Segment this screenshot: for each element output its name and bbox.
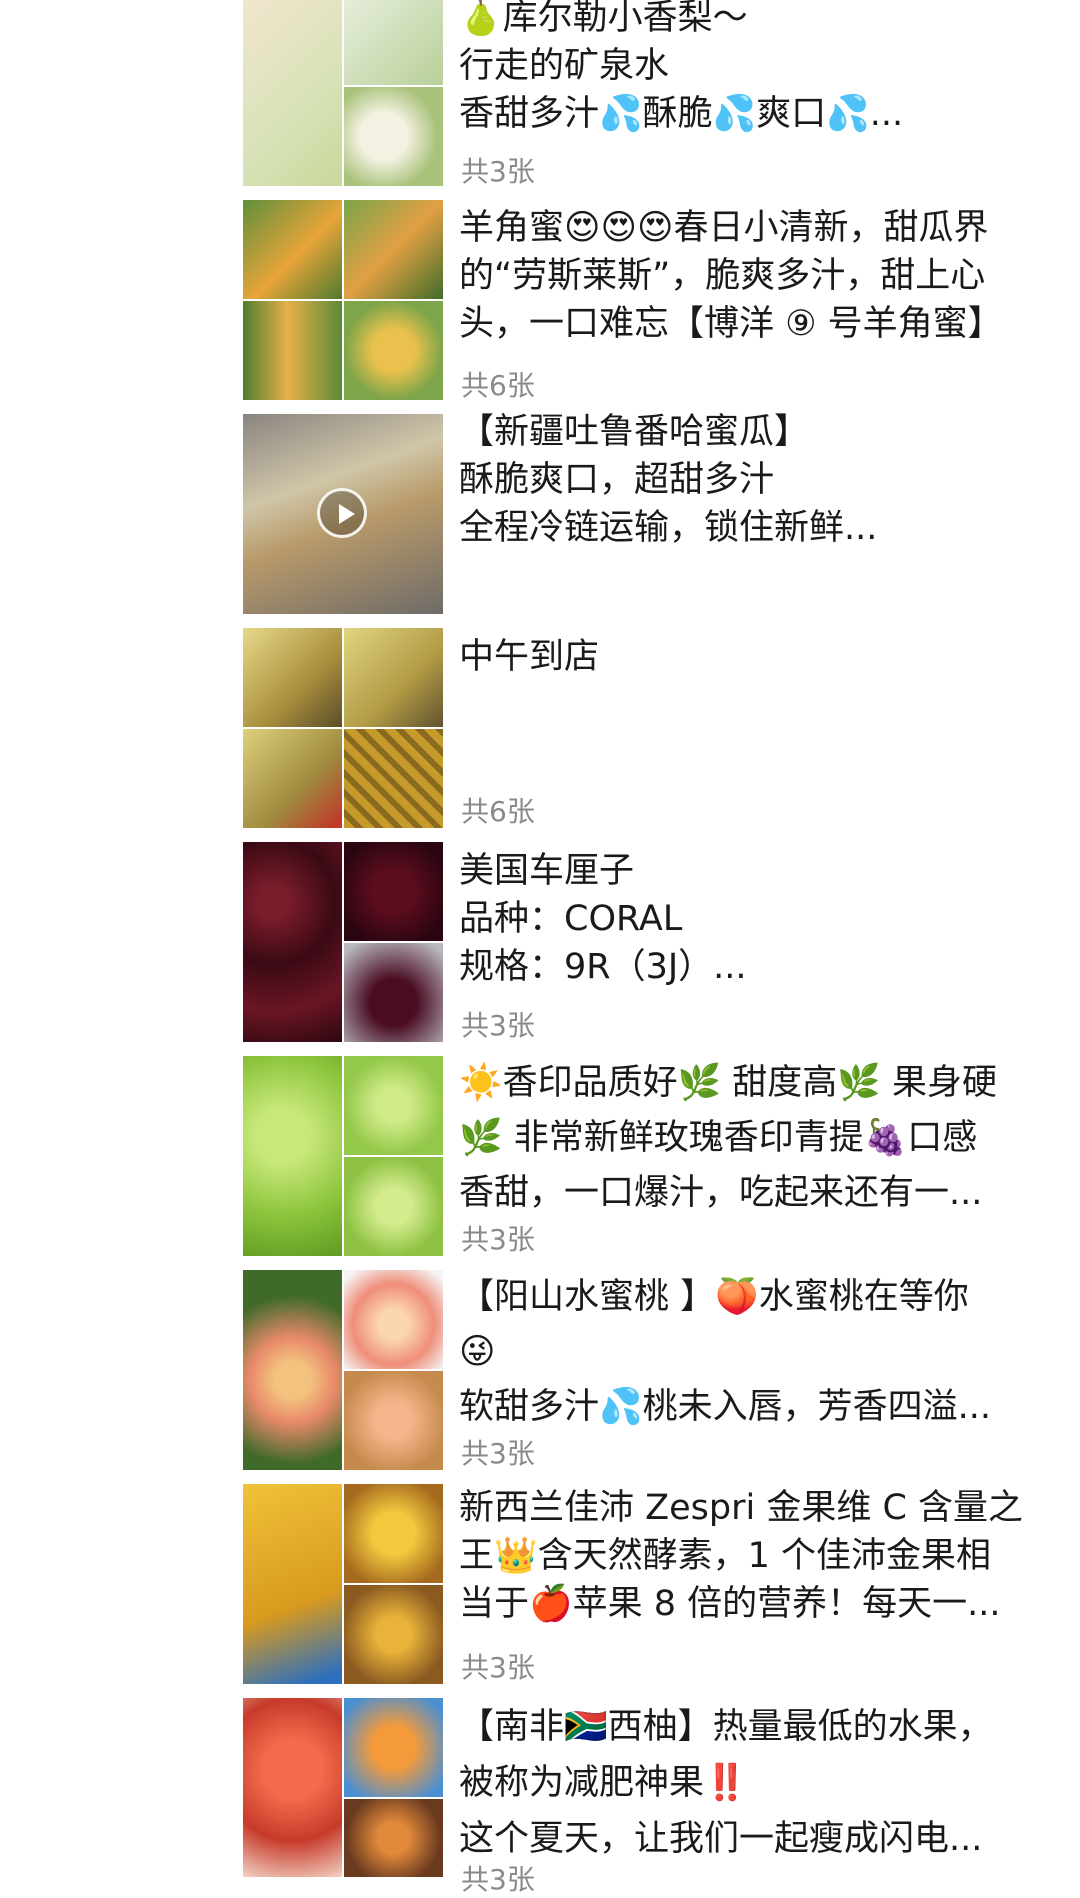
image-count: 共3张	[461, 1009, 535, 1042]
image-count: 共3张	[461, 1223, 535, 1256]
post-text-line: 被称为减肥神果‼️	[459, 1763, 748, 1803]
post-text-line: 品种：CORAL	[459, 899, 683, 939]
post-text-line: 新西兰佳沛 Zespri 金果维 C 含量之	[459, 1488, 1024, 1528]
feed-item-pear[interactable]: 🍐库尔勒小香梨～ 行走的矿泉水 香甜多汁💦酥脆💦爽口💦... 共3张	[0, 0, 1080, 200]
post-text-line: 中午到店	[459, 637, 600, 677]
post-text-line: 香甜多汁💦酥脆💦爽口💦...	[459, 94, 904, 134]
post-text-line: 的“劳斯莱斯”，脆爽多汁，甜上心	[459, 256, 986, 296]
post-text-line: 【新疆吐鲁番哈蜜瓜】	[459, 412, 810, 452]
post-text-line: 酥脆爽口，超甜多汁	[459, 460, 775, 500]
post-text-line: 香甜，一口爆汁，吃起来还有一...	[459, 1173, 983, 1213]
video-thumbnail-icon[interactable]	[243, 414, 443, 614]
cherry-photo-icon[interactable]	[243, 842, 443, 1042]
feed-item-cherries[interactable]: 美国车厘子 品种：CORAL 规格：9R（3J）... 共3张	[0, 842, 1080, 1042]
feed-item-melon[interactable]: 羊角蜜😍😍😍春日小清新，甜瓜界 的“劳斯莱斯”，脆爽多汁，甜上心 头，一口难忘【…	[0, 200, 1080, 402]
post-text-line: 行走的矿泉水	[459, 46, 670, 86]
post-text-line: 全程冷链运输，锁住新鲜...	[459, 508, 878, 548]
pear-photo-icon[interactable]	[243, 0, 443, 186]
image-count: 共6张	[461, 795, 535, 828]
play-icon[interactable]	[317, 488, 367, 538]
durian-photo-icon[interactable]	[243, 628, 443, 828]
feed-item-kiwi[interactable]: 新西兰佳沛 Zespri 金果维 C 含量之 王👑含天然酵素，1 个佳沛金果相 …	[0, 1484, 1080, 1684]
post-text-line: 头，一口难忘【博洋 ⑨ 号羊角蜜】	[459, 304, 1003, 344]
post-text-line: 规格：9R（3J）...	[459, 947, 747, 987]
moments-feed: 🍐库尔勒小香梨～ 行走的矿泉水 香甜多汁💦酥脆💦爽口💦... 共3张 羊角蜜😍😍…	[0, 0, 1080, 1896]
post-text-line: 美国车厘子	[459, 851, 635, 891]
post-text-line: 😜	[459, 1332, 496, 1372]
post-text-line: 【南非🇿🇦西柚】热量最低的水果，	[459, 1707, 993, 1747]
post-text-line: 这个夏天，让我们一起瘦成闪电...	[459, 1819, 983, 1859]
feed-item-peaches[interactable]: 【阳山水蜜桃 】🍑水蜜桃在等你 😜 软甜多汁💦桃未入唇，芳香四溢... 共3张	[0, 1270, 1080, 1470]
image-count: 共6张	[461, 369, 535, 402]
grape-photo-icon[interactable]	[243, 1056, 443, 1256]
feed-item-durian[interactable]: 中午到店 共6张	[0, 628, 1080, 828]
post-text-line: 软甜多汁💦桃未入唇，芳香四溢...	[459, 1387, 991, 1427]
kiwi-photo-icon[interactable]	[243, 1484, 443, 1684]
feed-item-hami-melon[interactable]: 【新疆吐鲁番哈蜜瓜】 酥脆爽口，超甜多汁 全程冷链运输，锁住新鲜...	[0, 412, 1080, 614]
post-text-line: 🌿 非常新鲜玫瑰香印青提🍇口感	[459, 1118, 978, 1158]
image-count: 共3张	[461, 1863, 535, 1896]
post-text-line: 羊角蜜😍😍😍春日小清新，甜瓜界	[459, 208, 989, 248]
image-count: 共3张	[461, 155, 535, 188]
grapefruit-photo-icon[interactable]	[243, 1698, 443, 1898]
post-text-line: ☀️香印品质好🌿 甜度高🌿 果身硬	[459, 1063, 997, 1103]
peach-photo-icon[interactable]	[243, 1270, 443, 1470]
image-count: 共3张	[461, 1651, 535, 1684]
post-text-line: 当于🍎苹果 8 倍的营养！每天一...	[459, 1584, 1001, 1624]
post-text-line: 王👑含天然酵素，1 个佳沛金果相	[459, 1536, 991, 1576]
feed-item-grapefruit[interactable]: 【南非🇿🇦西柚】热量最低的水果， 被称为减肥神果‼️ 这个夏天，让我们一起瘦成闪…	[0, 1698, 1080, 1898]
post-text-line: 🍐库尔勒小香梨～	[459, 0, 748, 38]
feed-item-green-grapes[interactable]: ☀️香印品质好🌿 甜度高🌿 果身硬 🌿 非常新鲜玫瑰香印青提🍇口感 香甜，一口爆…	[0, 1056, 1080, 1256]
post-text-line: 【阳山水蜜桃 】🍑水蜜桃在等你	[459, 1277, 969, 1317]
melon-photo-icon[interactable]	[243, 200, 443, 400]
image-count: 共3张	[461, 1437, 535, 1470]
